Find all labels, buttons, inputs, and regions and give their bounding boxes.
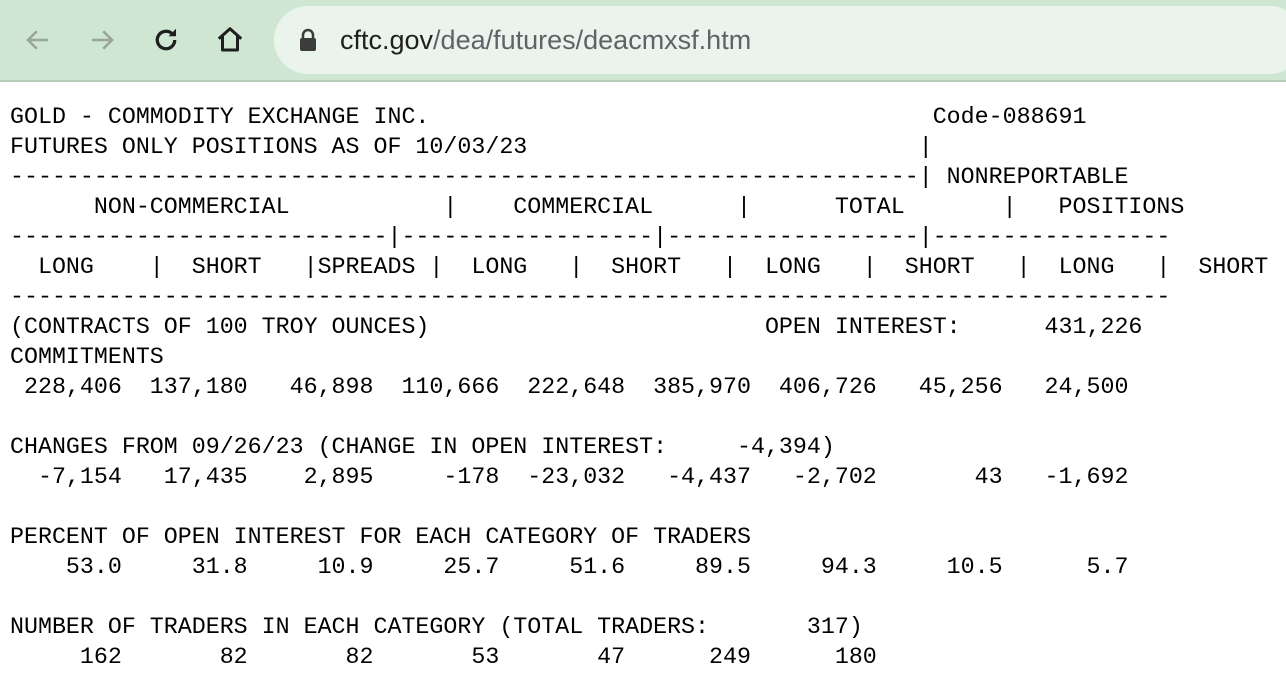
arrow-right-icon xyxy=(92,30,114,50)
url-path: /dea/futures/deacmxsf.htm xyxy=(433,24,752,55)
lock-icon xyxy=(298,27,318,53)
report-line: ---------------------------|------------… xyxy=(10,224,1171,250)
browser-toolbar: cftc.gov/dea/futures/deacmxsf.htm xyxy=(0,0,1286,82)
report-line: 53.0 31.8 10.9 25.7 51.6 89.5 94.3 10.5 … xyxy=(10,554,1129,580)
report-line: ----------------------------------------… xyxy=(10,284,1171,310)
home-button[interactable] xyxy=(210,20,250,60)
report-line: -7,154 17,435 2,895 -178 -23,032 -4,437 … xyxy=(10,464,1129,490)
forward-button[interactable] xyxy=(82,20,122,60)
report-line: NON-COMMERCIAL | COMMERCIAL | TOTAL | PO… xyxy=(10,194,1185,220)
report-line: (CONTRACTS OF 100 TROY OUNCES) OPEN INTE… xyxy=(10,314,1143,340)
report-line xyxy=(10,582,1268,612)
report-line: COMMITMENTS xyxy=(10,344,164,370)
arrow-left-icon xyxy=(26,30,48,50)
report-line: 228,406 137,180 46,898 110,666 222,648 3… xyxy=(10,374,1129,400)
address-bar[interactable]: cftc.gov/dea/futures/deacmxsf.htm xyxy=(274,6,1286,74)
back-button[interactable] xyxy=(18,20,58,60)
report-line xyxy=(10,492,1268,522)
home-icon xyxy=(217,27,243,52)
url-text[interactable]: cftc.gov/dea/futures/deacmxsf.htm xyxy=(340,25,751,56)
report-line: 162 82 82 53 47 249 180 xyxy=(10,644,877,670)
url-host: cftc.gov xyxy=(340,24,434,55)
report-line: NUMBER OF TRADERS IN EACH CATEGORY (TOTA… xyxy=(10,614,863,640)
reload-button[interactable] xyxy=(146,20,186,60)
report-line: PERCENT OF OPEN INTEREST FOR EACH CATEGO… xyxy=(10,524,751,550)
report-line: ----------------------------------------… xyxy=(10,164,1129,190)
report-line: GOLD - COMMODITY EXCHANGE INC. Code-0886… xyxy=(10,104,1087,130)
report-line xyxy=(10,402,1268,432)
cot-report: GOLD - COMMODITY EXCHANGE INC. Code-0886… xyxy=(10,102,1268,672)
report-line: CHANGES FROM 09/26/23 (CHANGE IN OPEN IN… xyxy=(10,434,835,460)
report-line: FUTURES ONLY POSITIONS AS OF 10/03/23 | xyxy=(10,134,933,160)
report-line: LONG | SHORT |SPREADS | LONG | SHORT | L… xyxy=(10,254,1269,280)
reload-icon xyxy=(155,28,177,51)
